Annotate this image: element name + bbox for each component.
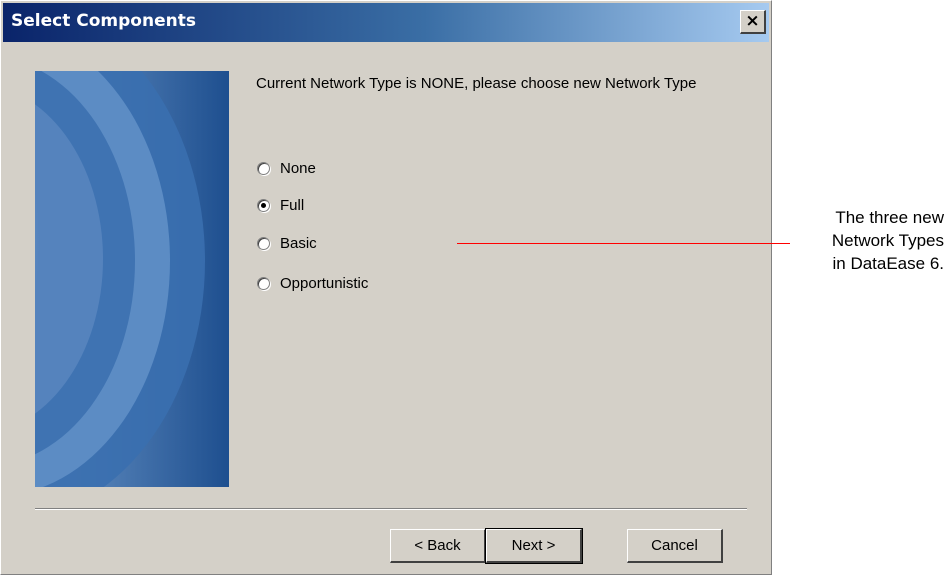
- radio-label-none: None: [280, 159, 316, 177]
- button-separator: [35, 508, 747, 510]
- annotation-line-2: Network Types: [831, 231, 944, 250]
- radio-label-opportunistic: Opportunistic: [280, 274, 369, 292]
- back-button[interactable]: < Back: [390, 529, 486, 563]
- instruction-text: Current Network Type is NONE, please cho…: [256, 75, 697, 92]
- swirl-graphic: [35, 71, 229, 487]
- close-icon: ×: [745, 11, 760, 31]
- cancel-button[interactable]: Cancel: [627, 529, 723, 563]
- select-components-dialog: Select Components × Current Network Type…: [0, 0, 772, 575]
- radio-selected-dot: [261, 202, 266, 208]
- close-button[interactable]: ×: [740, 10, 766, 34]
- radio-option-opportunistic[interactable]: Opportunistic: [257, 272, 368, 294]
- radio-button-none[interactable]: [257, 161, 270, 175]
- radio-option-basic[interactable]: Basic: [257, 232, 317, 254]
- title-bar: Select Components ×: [3, 3, 769, 42]
- radio-option-full[interactable]: Full: [257, 194, 304, 216]
- annotation-line-1: The three new: [835, 208, 944, 227]
- radio-label-basic: Basic: [280, 234, 317, 252]
- annotation-callout: The three new Network Types in DataEase …: [788, 206, 944, 275]
- radio-button-basic[interactable]: [257, 236, 270, 250]
- radio-label-full: Full: [280, 196, 305, 214]
- next-button[interactable]: Next >: [485, 528, 583, 564]
- radio-option-none[interactable]: None: [257, 157, 316, 179]
- annotation-pointer-line: [457, 243, 790, 244]
- annotation-line-3: in DataEase 6.: [832, 254, 944, 273]
- wizard-side-image: [35, 71, 229, 487]
- window-title: Select Components: [11, 11, 196, 31]
- radio-button-opportunistic[interactable]: [257, 276, 270, 290]
- radio-button-full[interactable]: [257, 198, 270, 212]
